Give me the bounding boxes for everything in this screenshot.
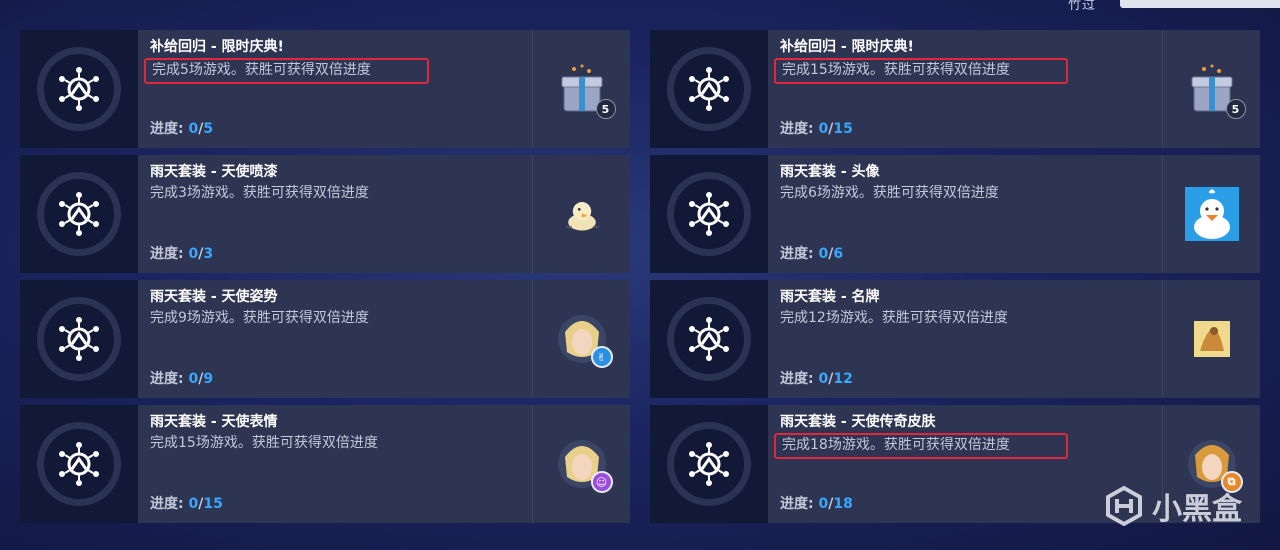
- pose-badge-icon: ✌: [590, 346, 613, 368]
- progress-label: 进度:: [150, 246, 184, 262]
- challenge-icon-panel: [650, 405, 768, 523]
- topbar-fragment-text: 竹过: [1068, 0, 1097, 13]
- challenge-description: 完成9场游戏。获胜可获得双倍进度: [150, 310, 369, 326]
- challenge-card[interactable]: 雨天套装 - 名牌 完成12场游戏。获胜可获得双倍进度 进度: 0/12: [650, 280, 1260, 398]
- progress-total: 12: [833, 371, 853, 387]
- reward-slot[interactable]: [1162, 155, 1260, 273]
- challenge-description: 完成12场游戏。获胜可获得双倍进度: [780, 310, 1008, 326]
- progress-total: 3: [203, 246, 214, 262]
- challenge-card[interactable]: 补给回归 - 限时庆典! 完成15场游戏。获胜可获得双倍进度 进度: 0/15 …: [650, 30, 1260, 148]
- reward-count-badge: 5: [595, 99, 616, 119]
- reward-slot[interactable]: ☺: [532, 405, 630, 523]
- progress-current: 0: [818, 496, 829, 512]
- event-hex-icon: [689, 192, 729, 236]
- challenge-card[interactable]: 雨天套装 - 天使喷漆 完成3场游戏。获胜可获得双倍进度 进度: 0/3: [20, 155, 630, 273]
- event-hex-icon: [59, 67, 99, 111]
- event-hex-icon: [59, 192, 99, 236]
- challenge-icon-panel: [20, 280, 138, 398]
- challenge-description: 完成3场游戏。获胜可获得双倍进度: [150, 185, 369, 201]
- progress-label: 进度:: [780, 121, 814, 137]
- loot-box-icon: 5: [556, 63, 616, 119]
- challenge-icon-panel: [650, 280, 768, 398]
- challenge-description: 完成15场游戏。获胜可获得双倍进度: [150, 435, 378, 451]
- progress-current: 0: [188, 121, 199, 137]
- challenge-card[interactable]: 雨天套装 - 头像 完成6场游戏。获胜可获得双倍进度 进度: 0/6: [650, 155, 1260, 273]
- event-hex-icon: [689, 317, 729, 361]
- progress-current: 0: [818, 371, 829, 387]
- spray-icon: [565, 202, 599, 231]
- progress-total: 5: [203, 121, 214, 137]
- progress-label: 进度:: [780, 496, 814, 512]
- reward-count-badge: 5: [1225, 99, 1246, 119]
- challenge-description: 完成6场游戏。获胜可获得双倍进度: [780, 185, 999, 201]
- progress-current: 0: [818, 246, 829, 262]
- challenge-icon-panel: [650, 30, 768, 148]
- progress-total: 15: [833, 121, 853, 137]
- progress-current: 0: [188, 371, 199, 387]
- challenge-icon-panel: [20, 155, 138, 273]
- progress-total: 9: [203, 371, 214, 387]
- challenge-icon-panel: [20, 405, 138, 523]
- challenge-progress: 进度: 0/9: [150, 368, 213, 388]
- reward-slot[interactable]: 5: [1162, 30, 1260, 148]
- progress-label: 进度:: [780, 371, 814, 387]
- watermark: 小黑盒: [1104, 484, 1242, 528]
- emote-badge-icon: ☺: [590, 471, 613, 493]
- challenge-description: 完成18场游戏。获胜可获得双倍进度: [774, 433, 1068, 459]
- reward-slot[interactable]: 5: [532, 30, 630, 148]
- progress-current: 0: [188, 496, 199, 512]
- watermark-text: 小黑盒: [1152, 492, 1242, 527]
- legendary-skin-icon: ⧉: [1187, 437, 1243, 493]
- challenge-title: 雨天套装 - 头像: [780, 164, 880, 180]
- progress-total: 15: [203, 496, 223, 512]
- challenge-progress: 进度: 0/12: [780, 368, 853, 388]
- challenge-title: 雨天套装 - 天使姿势: [150, 289, 278, 305]
- challenge-icon-panel: [650, 155, 768, 273]
- progress-current: 0: [188, 246, 199, 262]
- challenge-progress: 进度: 0/15: [780, 118, 853, 138]
- progress-label: 进度:: [150, 496, 184, 512]
- challenge-card[interactable]: 雨天套装 - 天使表情 完成15场游戏。获胜可获得双倍进度 进度: 0/15 ☺: [20, 405, 630, 523]
- challenge-description: 完成15场游戏。获胜可获得双倍进度: [774, 58, 1068, 84]
- challenge-progress: 进度: 0/3: [150, 243, 213, 263]
- challenge-title: 雨天套装 - 天使喷漆: [150, 164, 278, 180]
- loot-box-icon: 5: [1186, 63, 1246, 119]
- challenge-progress: 进度: 0/5: [150, 118, 213, 138]
- challenge-progress: 进度: 0/15: [150, 493, 223, 513]
- challenge-title: 雨天套装 - 名牌: [780, 289, 880, 305]
- progress-total: 6: [833, 246, 844, 262]
- name-card-icon: [1193, 321, 1230, 357]
- victory-pose-icon: ✌: [557, 312, 613, 368]
- challenge-title: 补给回归 - 限时庆典!: [150, 39, 284, 55]
- player-icon-duck: [1184, 187, 1239, 241]
- emote-icon: ☺: [557, 437, 613, 493]
- progress-current: 0: [818, 121, 829, 137]
- challenge-title: 雨天套装 - 天使表情: [150, 414, 278, 430]
- progress-label: 进度:: [780, 246, 814, 262]
- topbar-fragment: [1120, 0, 1280, 8]
- challenge-title: 雨天套装 - 天使传奇皮肤: [780, 414, 936, 430]
- reward-slot[interactable]: [532, 155, 630, 273]
- progress-total: 18: [833, 496, 853, 512]
- challenge-icon-panel: [20, 30, 138, 148]
- event-hex-icon: [59, 317, 99, 361]
- challenge-title: 补给回归 - 限时庆典!: [780, 39, 914, 55]
- reward-slot[interactable]: ✌: [532, 280, 630, 398]
- event-hex-icon: [689, 67, 729, 111]
- progress-label: 进度:: [150, 371, 184, 387]
- challenge-progress: 进度: 0/18: [780, 493, 853, 513]
- progress-label: 进度:: [150, 121, 184, 137]
- challenge-description: 完成5场游戏。获胜可获得双倍进度: [144, 58, 429, 84]
- event-hex-icon: [59, 442, 99, 486]
- heybox-logo-icon: [1106, 486, 1142, 526]
- challenge-progress: 进度: 0/6: [780, 243, 843, 263]
- challenge-card[interactable]: 补给回归 - 限时庆典! 完成5场游戏。获胜可获得双倍进度 进度: 0/5 5: [20, 30, 630, 148]
- challenge-card[interactable]: 雨天套装 - 天使姿势 完成9场游戏。获胜可获得双倍进度 进度: 0/9 ✌: [20, 280, 630, 398]
- event-hex-icon: [689, 442, 729, 486]
- reward-slot[interactable]: [1162, 280, 1260, 398]
